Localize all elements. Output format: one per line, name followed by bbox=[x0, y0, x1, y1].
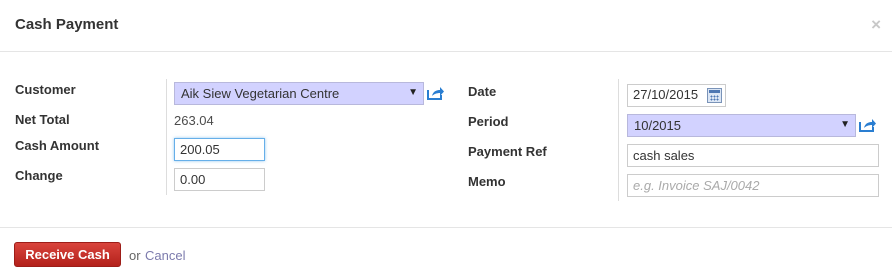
dialog-title: Cash Payment bbox=[15, 16, 119, 33]
receive-cash-button[interactable]: Receive Cash bbox=[14, 242, 121, 267]
date-label: Date bbox=[468, 84, 497, 99]
customer-select-value: Aik Siew Vegetarian Centre bbox=[181, 86, 340, 101]
period-select[interactable]: 10/2015 ▼ bbox=[627, 114, 856, 137]
right-column-divider bbox=[618, 79, 619, 201]
external-link-icon[interactable] bbox=[427, 86, 445, 100]
left-column-divider bbox=[166, 79, 167, 195]
chevron-down-icon: ▼ bbox=[840, 119, 850, 130]
customer-select[interactable]: Aik Siew Vegetarian Centre ▼ bbox=[174, 82, 424, 105]
or-text: or bbox=[129, 248, 141, 263]
cash-payment-dialog: Cash Payment × Customer Net Total Cash A… bbox=[0, 0, 892, 276]
date-value: 27/10/2015 bbox=[633, 87, 699, 102]
calendar-icon[interactable] bbox=[707, 88, 722, 103]
footer-divider bbox=[0, 227, 892, 228]
net-total-label: Net Total bbox=[15, 112, 70, 127]
payment-ref-label: Payment Ref bbox=[468, 144, 547, 159]
change-input[interactable] bbox=[174, 168, 265, 191]
memo-input[interactable] bbox=[627, 174, 879, 197]
cash-amount-input[interactable] bbox=[174, 138, 265, 161]
dialog-header: Cash Payment × bbox=[0, 0, 892, 52]
change-label: Change bbox=[15, 168, 63, 183]
chevron-down-icon: ▼ bbox=[408, 87, 418, 98]
date-input[interactable]: 27/10/2015 bbox=[627, 84, 726, 107]
cancel-link[interactable]: Cancel bbox=[145, 248, 185, 263]
payment-ref-input[interactable] bbox=[627, 144, 879, 167]
memo-label: Memo bbox=[468, 174, 506, 189]
close-icon[interactable]: × bbox=[871, 15, 881, 35]
customer-label: Customer bbox=[15, 82, 76, 97]
period-select-value: 10/2015 bbox=[634, 118, 681, 133]
cash-amount-label: Cash Amount bbox=[15, 138, 100, 153]
net-total-value: 263.04 bbox=[174, 113, 214, 128]
external-link-icon[interactable] bbox=[859, 118, 877, 132]
period-label: Period bbox=[468, 114, 509, 129]
